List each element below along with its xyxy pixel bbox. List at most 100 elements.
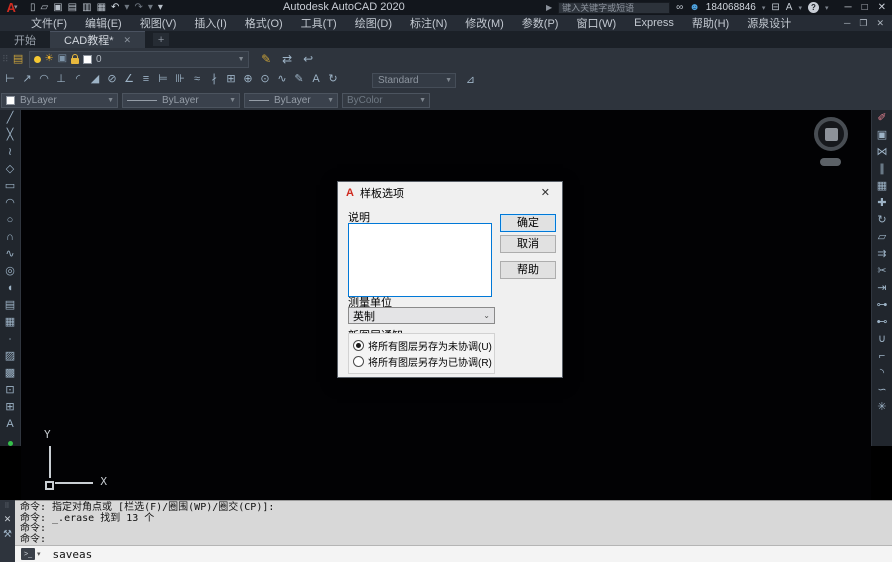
open-file-icon[interactable]: ▱ [41, 2, 49, 13]
description-textarea[interactable] [348, 223, 492, 297]
quick-dim-icon[interactable]: ≡ [139, 73, 153, 85]
close-button[interactable]: ✕ [878, 2, 886, 13]
command-history-panel[interactable]: 命令: 指定对角点或 [栏选(F)/圈围(WP)/圈交(CP)]: 命令: _.e… [0, 500, 892, 545]
menu-parametric[interactable]: 参数(P) [513, 15, 568, 31]
rectangle-icon[interactable]: ▭ [3, 180, 18, 196]
dim-continue-icon[interactable]: ⊪ [173, 73, 187, 85]
navigation-wheel-center[interactable] [824, 127, 838, 141]
make-object-layer-current-icon[interactable]: ✎ [259, 53, 274, 65]
dim-break-icon[interactable]: ∤ [207, 73, 221, 85]
unreconciled-radio[interactable] [353, 339, 364, 351]
move-icon[interactable]: ✚ [875, 197, 890, 213]
dim-style-manager-icon[interactable]: ⊿ [463, 74, 478, 86]
polyline-icon[interactable]: ≀ [3, 146, 18, 162]
command-prompt-icon[interactable]: >_ [21, 548, 35, 560]
doc-minimize-button[interactable]: ─ [844, 18, 850, 28]
dim-text-edit-icon[interactable]: A [309, 73, 323, 85]
menu-draw[interactable]: 绘图(D) [346, 15, 401, 31]
center-mark-icon[interactable]: ⊕ [241, 73, 255, 85]
layer-color-swatch[interactable] [83, 54, 93, 64]
search-expand-icon[interactable]: ▶ [546, 3, 552, 12]
units-dropdown[interactable]: 英制 ⌄ [348, 307, 495, 324]
arc-icon[interactable]: ◠ [3, 197, 18, 213]
menu-help[interactable]: 帮助(H) [683, 15, 738, 31]
new-file-icon[interactable]: ▯ [30, 2, 36, 13]
break-icon[interactable]: ⊷ [875, 316, 890, 332]
array-icon[interactable]: ▦ [875, 180, 890, 196]
linetype-caret-icon[interactable]: ▼ [327, 97, 334, 104]
radio-row-reconciled[interactable]: 将所有图层另存为已协调(R) [353, 353, 492, 369]
linetype-control-dropdown[interactable]: ByLayer ▼ [244, 93, 338, 108]
dialog-title-bar[interactable]: A 样板选项 ✕ [338, 182, 562, 203]
offset-icon[interactable]: ∥ [875, 163, 890, 179]
dim-edit-icon[interactable]: ✎ [292, 73, 306, 85]
search-binoculars-icon[interactable]: ∞ [676, 2, 683, 13]
rotate-icon[interactable]: ↻ [875, 214, 890, 230]
dim-space-icon[interactable]: ≈ [190, 73, 204, 85]
menu-view[interactable]: 视图(V) [131, 15, 186, 31]
tolerance-icon[interactable]: ⊞ [224, 73, 238, 85]
dim-aligned-icon[interactable]: ↗ [20, 73, 34, 85]
command-input-row[interactable]: >_ ▾ saveas [15, 545, 892, 562]
menu-insert[interactable]: 插入(I) [185, 15, 235, 31]
spline-icon[interactable]: ∿ [3, 248, 18, 264]
polygon-icon[interactable]: ◇ [3, 163, 18, 179]
point-icon[interactable]: ∙ [3, 333, 18, 349]
dim-update-icon[interactable]: ↻ [326, 73, 340, 85]
menu-yuanquan[interactable]: 源泉设计 [738, 15, 800, 31]
break-at-point-icon[interactable]: ⊶ [875, 299, 890, 315]
dim-radius-icon[interactable]: ◜ [71, 73, 85, 85]
join-icon[interactable]: ∪ [875, 333, 890, 349]
construction-line-icon[interactable]: ╳ [3, 129, 18, 145]
erase-icon[interactable]: ✐ [875, 112, 890, 128]
cancel-button[interactable]: 取消 [500, 235, 556, 253]
extend-icon[interactable]: ⇥ [875, 282, 890, 298]
dialog-close-icon[interactable]: ✕ [537, 186, 554, 199]
help-button[interactable]: 帮助 [500, 261, 556, 279]
lineweight-control-dropdown[interactable]: ByLayer ▼ [122, 93, 240, 108]
menu-tools[interactable]: 工具(T) [292, 15, 346, 31]
chamfer-icon[interactable]: ⌐ [875, 350, 890, 366]
minimize-button[interactable]: ─ [844, 2, 851, 13]
dim-diameter-icon[interactable]: ⊘ [105, 73, 119, 85]
save-icon[interactable]: ▣ [53, 2, 62, 13]
jogged-linear-icon[interactable]: ∿ [275, 73, 289, 85]
help-icon[interactable]: ? [807, 2, 819, 13]
menu-window[interactable]: 窗口(W) [567, 15, 625, 31]
scale-icon[interactable]: ▱ [875, 231, 890, 247]
layer-dropdown[interactable]: ☀ ▣ 0 ▼ [28, 50, 249, 68]
color-control-dropdown[interactable]: ByLayer ▼ [1, 93, 118, 108]
user-menu-caret-icon[interactable]: ▾ [762, 4, 766, 12]
app-store-cart-icon[interactable]: ⊟ [771, 2, 779, 13]
gradient-icon[interactable]: ▩ [3, 367, 18, 383]
circle-icon[interactable]: ○ [3, 214, 18, 230]
reconciled-radio[interactable] [353, 355, 364, 367]
command-window-grip[interactable]: ⠿ [4, 502, 10, 510]
mtext-icon[interactable]: A [3, 418, 18, 434]
layer-thaw-sun-icon[interactable]: ☀ [45, 54, 54, 64]
layer-previous-icon[interactable]: ↩ [301, 53, 316, 65]
menu-modify[interactable]: 修改(M) [456, 15, 513, 31]
menu-dimension[interactable]: 标注(N) [401, 15, 456, 31]
ellipse-arc-icon[interactable]: ◖ [3, 282, 18, 298]
plot-icon[interactable]: ▥ [82, 2, 91, 13]
undo-icon[interactable]: ↶ [111, 2, 119, 13]
region-icon[interactable]: ⊡ [3, 384, 18, 400]
command-input[interactable]: saveas [53, 548, 93, 561]
ok-button[interactable]: 确定 [500, 214, 556, 232]
tab-drawing[interactable]: CAD教程* ✕ [50, 31, 146, 48]
user-id[interactable]: 184068846 [706, 2, 756, 13]
dim-style-dropdown[interactable]: Standard ▼ [372, 73, 456, 88]
menu-format[interactable]: 格式(O) [236, 15, 292, 31]
new-tab-button[interactable]: + [153, 33, 170, 46]
line-icon[interactable]: ╱ [3, 112, 18, 128]
qat-customize-icon[interactable]: ▾ [158, 2, 163, 13]
inspection-icon[interactable]: ⊙ [258, 73, 272, 85]
ellipse-icon[interactable]: ◎ [3, 265, 18, 281]
dim-ordinate-icon[interactable]: ⊥ [54, 73, 68, 85]
publish-icon[interactable]: ▦ [97, 2, 106, 13]
navigation-bar-handle[interactable] [820, 158, 841, 166]
command-recent-caret-icon[interactable]: ▾ [37, 550, 41, 558]
dim-style-caret-icon[interactable]: ▼ [445, 77, 452, 84]
redo-caret-icon[interactable]: ▾ [148, 2, 153, 13]
